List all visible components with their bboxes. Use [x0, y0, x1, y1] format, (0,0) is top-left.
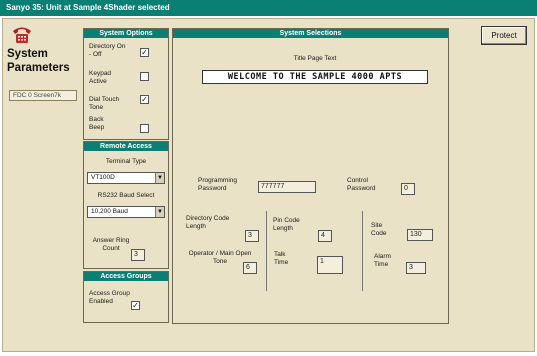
directory-code-length-input[interactable]: 3: [245, 230, 259, 242]
protect-button[interactable]: Protect: [481, 26, 527, 45]
site-code-input[interactable]: 130: [407, 229, 433, 241]
directory-label: Directory On - Off: [89, 43, 126, 58]
access-group-enabled-label: Access Group Enabled: [89, 290, 130, 305]
baud-select[interactable]: 10,200 Baud ▼: [87, 206, 165, 218]
control-password-input[interactable]: 0: [401, 183, 415, 195]
keypad-label: Keypad Active: [89, 70, 112, 85]
answer-ring-input[interactable]: 3: [131, 249, 145, 261]
system-options-header: System Options: [84, 29, 168, 38]
divider: [266, 211, 267, 291]
operator-open-tone-input[interactable]: 6: [243, 262, 257, 274]
window-title-bar: Sanyo 35: Unit at Sample 4Shader selecte…: [0, 0, 537, 16]
phone-icon: [13, 27, 31, 43]
terminal-type-select[interactable]: VT100D ▼: [87, 172, 165, 184]
title-page-input[interactable]: WELCOME TO THE SAMPLE 4000 APTS: [202, 70, 428, 84]
terminal-type-value: VT100D: [91, 174, 115, 181]
remote-access-header: Remote Access: [84, 142, 168, 151]
talk-time-label: Talk Time: [274, 251, 289, 266]
title-page-label: Title Page Text: [293, 55, 337, 62]
divider: [362, 211, 363, 291]
back-beep-checkbox[interactable]: [140, 124, 149, 133]
pin-code-length-input[interactable]: 4: [318, 230, 332, 242]
alarm-time-input[interactable]: 3: [406, 262, 426, 274]
keypad-checkbox[interactable]: [140, 72, 149, 81]
baud-label: RS232 Baud Select: [97, 192, 155, 199]
answer-ring-label: Answer Ring Count: [92, 237, 130, 252]
system-selections-header: System Selections: [173, 29, 448, 38]
sidebar-status-field[interactable]: FDC 0 Screen7k: [9, 90, 77, 101]
dial-touch-label: Dial Touch Tone: [89, 96, 120, 111]
pin-code-length-label: Pin Code Length: [273, 217, 300, 232]
baud-value: 10,200 Baud: [91, 208, 128, 215]
programming-password-input[interactable]: 777777: [258, 181, 316, 193]
alarm-time-label: Alarm Time: [374, 253, 391, 268]
directory-checkbox[interactable]: ✓: [140, 48, 149, 57]
programming-password-label: Programming Password: [198, 177, 238, 192]
talk-time-input[interactable]: 1: [317, 256, 343, 274]
chevron-down-icon[interactable]: ▼: [155, 207, 164, 217]
site-code-label: Site Code: [371, 222, 387, 237]
back-beep-label: Back Beep: [89, 116, 105, 131]
control-password-label: Control Password: [347, 177, 376, 192]
access-groups-header: Access Groups: [84, 272, 168, 281]
access-group-enabled-checkbox[interactable]: ✓: [131, 301, 140, 310]
window-title: Sanyo 35: Unit at Sample 4Shader selecte…: [6, 3, 170, 12]
chevron-down-icon[interactable]: ▼: [155, 173, 164, 183]
directory-code-length-label: Directory Code Length: [186, 215, 230, 230]
dial-touch-checkbox[interactable]: ✓: [140, 95, 149, 104]
sidebar-title: System Parameters: [7, 48, 70, 74]
terminal-type-label: Terminal Type: [105, 158, 147, 165]
